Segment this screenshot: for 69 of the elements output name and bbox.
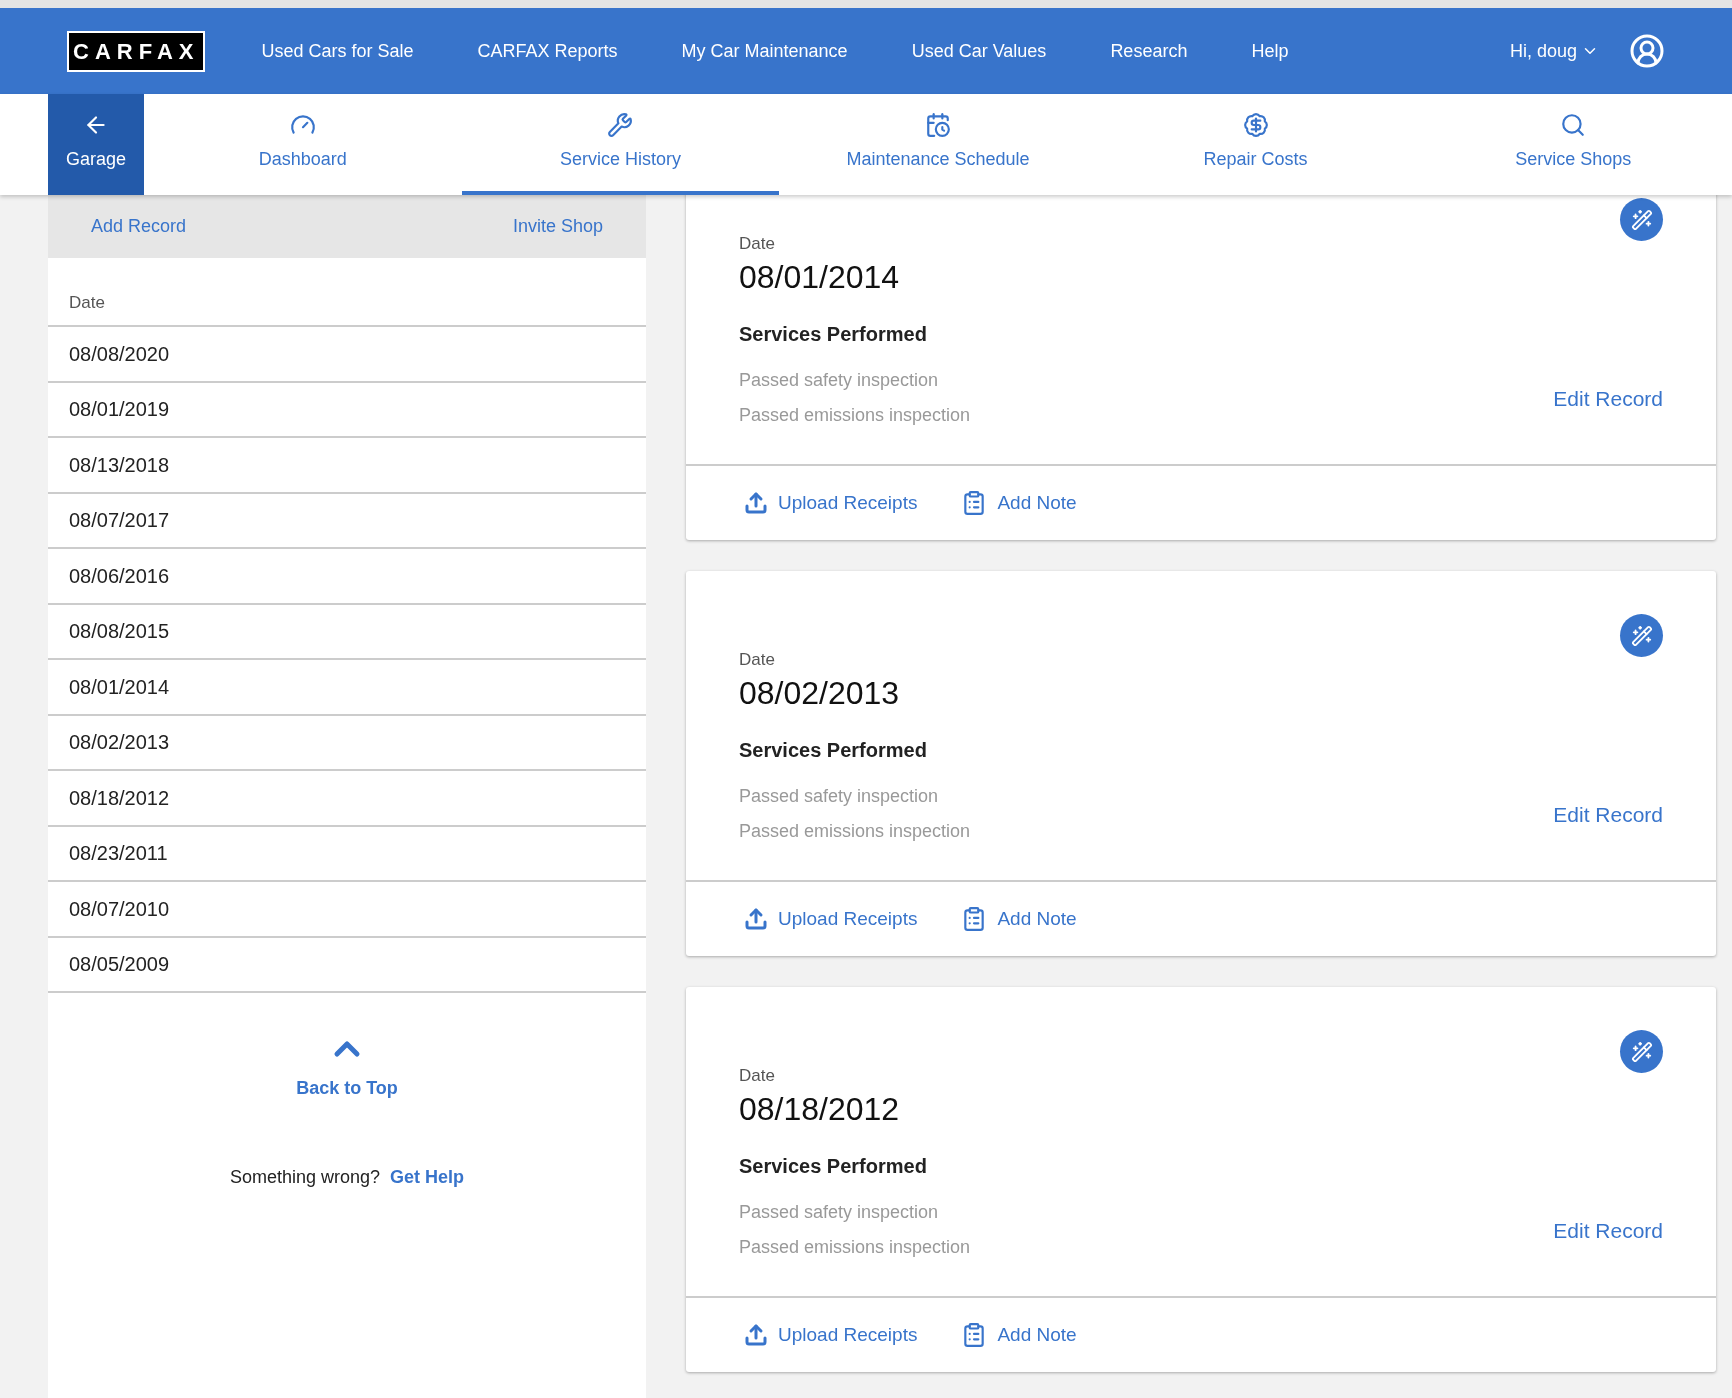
add-note-button[interactable]: Add Note <box>961 904 1077 934</box>
upload-receipts-button[interactable]: Upload Receipts <box>744 904 918 934</box>
date-row[interactable]: 08/23/2011 <box>48 826 646 882</box>
search-icon <box>1560 112 1587 138</box>
carfax-logo[interactable]: CARFAX <box>67 30 206 72</box>
upload-icon <box>744 1323 768 1347</box>
service-item: Passed emissions inspection <box>739 403 971 427</box>
services-heading: Services Performed <box>739 321 927 347</box>
date-label: Date <box>739 1065 775 1087</box>
date-label: Date <box>739 649 775 671</box>
add-note-button[interactable]: Add Note <box>961 488 1077 518</box>
section-tab[interactable]: Maintenance Schedule <box>779 94 1097 195</box>
dollar-icon <box>1242 112 1269 138</box>
upload-icon <box>744 907 768 931</box>
edit-record-link[interactable]: Edit Record <box>1553 1214 1663 1246</box>
services-heading: Services Performed <box>739 1153 927 1179</box>
nav-link[interactable]: Used Cars for Sale <box>261 37 414 65</box>
add-note-button[interactable]: Add Note <box>961 1320 1077 1350</box>
upload-receipts-button[interactable]: Upload Receipts <box>744 1320 918 1350</box>
get-help-link[interactable]: Get Help <box>390 1164 465 1191</box>
section-tab[interactable]: Service Shops <box>1414 94 1732 195</box>
magic-wand-button[interactable] <box>1620 1030 1663 1073</box>
calendar-clock-icon <box>925 112 951 138</box>
magic-wand-button[interactable] <box>1620 198 1663 241</box>
date-row[interactable]: 08/18/2012 <box>48 771 646 827</box>
edit-record-link[interactable]: Edit Record <box>1553 382 1663 414</box>
nav-link[interactable]: CARFAX Reports <box>477 37 618 65</box>
date-row[interactable]: 08/08/2015 <box>48 604 646 660</box>
action-link[interactable]: Add Record <box>91 213 187 240</box>
date-row[interactable]: 08/02/2013 <box>48 715 646 771</box>
service-item: Passed emissions inspection <box>739 1235 971 1259</box>
wrench-icon <box>607 112 634 138</box>
upload-icon <box>744 491 768 515</box>
nav-link[interactable]: My Car Maintenance <box>681 37 848 65</box>
nav-link[interactable]: Research <box>1110 37 1188 65</box>
date-label: Date <box>739 233 775 255</box>
date-row[interactable]: 08/05/2009 <box>48 937 646 993</box>
section-tab[interactable]: Dashboard <box>144 94 462 195</box>
back-to-top-link[interactable]: Back to Top <box>296 1075 398 1102</box>
upload-receipts-button[interactable]: Upload Receipts <box>744 488 918 518</box>
date-row[interactable]: 08/01/2019 <box>48 382 646 438</box>
service-item: Passed safety inspection <box>739 1200 939 1224</box>
magic-wand-icon <box>1630 208 1653 231</box>
user-menu-button[interactable]: Hi, doug <box>1509 37 1599 65</box>
section-tab[interactable]: Repair Costs <box>1096 94 1415 195</box>
nav-link[interactable]: Used Car Values <box>911 37 1047 65</box>
account-icon[interactable] <box>1629 33 1665 69</box>
services-heading: Services Performed <box>739 737 927 763</box>
record-date: 08/18/2012 <box>739 1089 900 1129</box>
magic-wand-button[interactable] <box>1620 614 1663 657</box>
date-row[interactable]: 08/07/2010 <box>48 882 646 938</box>
nav-link[interactable]: Help <box>1251 37 1289 65</box>
magic-wand-icon <box>1630 624 1653 647</box>
column-header: Date <box>69 291 105 314</box>
date-row[interactable]: 08/13/2018 <box>48 438 646 494</box>
record-date: 08/01/2014 <box>739 257 900 297</box>
magic-wand-icon <box>1630 1040 1653 1063</box>
service-item: Passed emissions inspection <box>739 819 971 843</box>
garage-back-tab[interactable]: Garage <box>48 94 144 195</box>
date-row[interactable]: 08/01/2014 <box>48 660 646 716</box>
record-date: 08/02/2013 <box>739 673 900 713</box>
action-link[interactable]: Invite Shop <box>512 213 603 240</box>
service-item: Passed safety inspection <box>739 784 939 808</box>
date-row[interactable]: 08/08/2020 <box>48 327 646 383</box>
edit-record-link[interactable]: Edit Record <box>1553 798 1663 830</box>
service-item: Passed safety inspection <box>739 368 939 392</box>
date-row[interactable]: 08/06/2016 <box>48 549 646 605</box>
help-prompt: Something wrong? <box>229 1166 381 1189</box>
date-row[interactable]: 08/07/2017 <box>48 493 646 549</box>
